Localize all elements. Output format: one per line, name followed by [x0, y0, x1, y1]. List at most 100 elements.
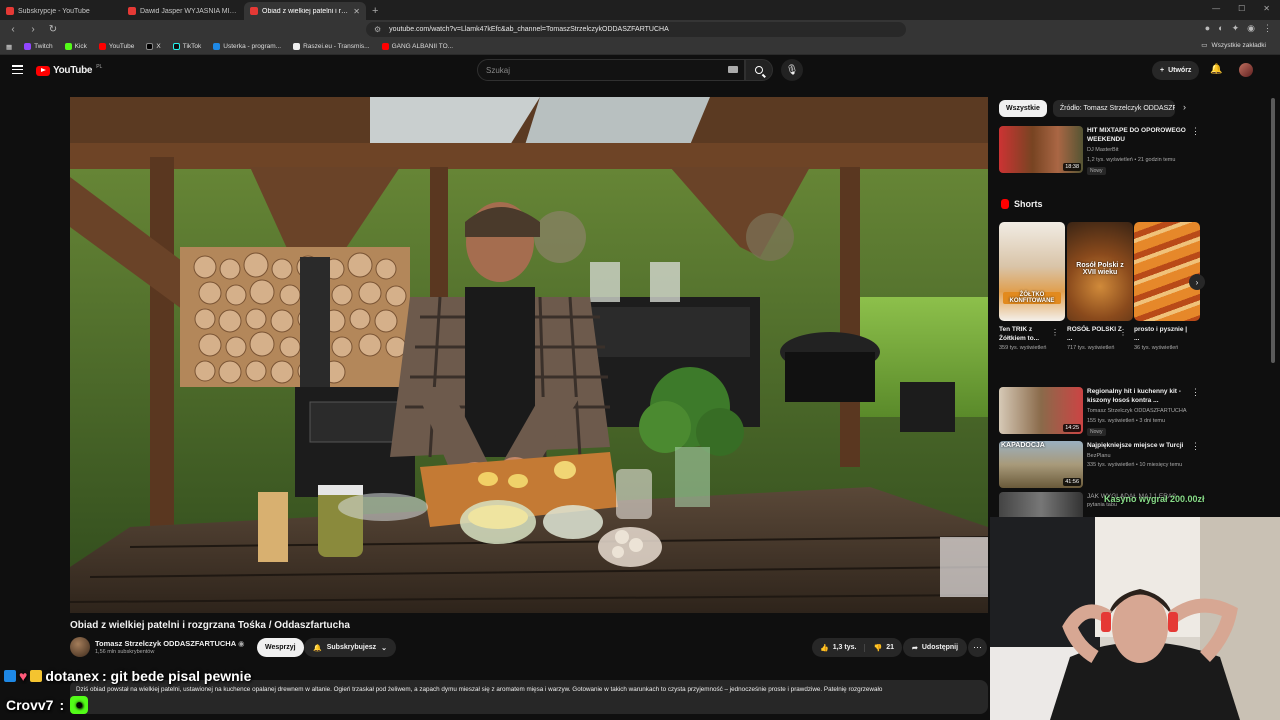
chevron-right-icon[interactable]: › — [1183, 102, 1186, 112]
tab-current-video[interactable]: Obiad z wielkiej patelni i rozg ✕ — [244, 2, 366, 20]
menu-dots-icon[interactable]: ⋮ — [1263, 23, 1272, 34]
new-tab-icon[interactable]: + — [366, 2, 384, 20]
page-scrollbar[interactable] — [1271, 98, 1275, 363]
like-button[interactable]: 👍 1,3 tys. — [812, 643, 866, 652]
search-button[interactable] — [745, 59, 773, 81]
more-actions-icon[interactable]: ⋯ — [968, 638, 987, 657]
streamer-webcam — [990, 517, 1280, 720]
menu-hamburger-icon[interactable] — [12, 65, 23, 74]
description-text: Dziś obiad powstał na wielkiej patelni, … — [76, 686, 883, 693]
recommendation-item[interactable]: 14:25 Regionalny hit i kuchenny kit - ki… — [999, 387, 1204, 437]
close-tab-icon[interactable]: ✕ — [353, 7, 360, 16]
logo-text: YouTube — [53, 65, 93, 76]
site-info-icon[interactable]: ⚙ — [374, 25, 381, 34]
apps-grid-icon[interactable]: ▦ — [6, 43, 12, 51]
channel-name[interactable]: Tomasz Strzelczyk ODDASZFARTUCHA ◉ — [95, 639, 245, 648]
video-player[interactable] — [70, 97, 988, 613]
shorts-title: Shorts — [1014, 199, 1043, 209]
new-badge: Nowy — [1087, 167, 1106, 175]
maximize-icon[interactable]: ☐ — [1238, 4, 1245, 13]
verified-icon: ◉ — [237, 639, 245, 648]
search-placeholder: Szukaj — [486, 66, 511, 75]
filter-chips: Wszystkie Źródło: Tomasz Strzelczyk ODDA… — [999, 100, 1175, 117]
microphone-icon: 🎙 — [785, 64, 799, 76]
video-title: Obiad z wielkiej patelni i rozgrzana Toś… — [70, 620, 350, 631]
more-options-icon[interactable]: ⋮ — [1119, 328, 1127, 337]
keyboard-icon[interactable] — [728, 66, 738, 73]
more-options-icon[interactable]: ⋮ — [1191, 441, 1200, 452]
bookmark-label: Twitch — [34, 43, 53, 50]
recommendation-top[interactable]: 18:38 HIT MIXTAPE DO OPOROWEGO WEEKENDU … — [999, 126, 1204, 176]
tab-label: Obiad z wielkiej patelni i rozg — [262, 7, 350, 15]
bookmark-label: Usterka - program... — [223, 43, 282, 50]
search-input[interactable]: Szukaj — [477, 59, 745, 81]
subscribed-button[interactable]: 🔔 Subskrybujesz ⌄ — [304, 638, 397, 657]
shorts-next-button[interactable]: › — [1189, 274, 1205, 290]
thumbs-up-icon: 👍 — [820, 644, 829, 652]
subscriber-count: 1,56 mln subskrybentów — [95, 649, 155, 655]
notifications-bell-icon[interactable]: 🔔 — [1210, 64, 1222, 75]
extension-icon[interactable]: ◐ — [1218, 23, 1223, 34]
description-box[interactable]: Dziś obiad powstał na wielkiej patelni, … — [70, 680, 988, 714]
rec-title: HIT MIXTAPE DO OPOROWEGO WEEKENDU — [1087, 127, 1186, 143]
duration-badge: 18:38 — [1063, 163, 1081, 171]
bookmark-tiktok[interactable]: TikTok — [172, 43, 201, 50]
more-options-icon[interactable]: ⋮ — [1191, 126, 1200, 137]
more-options-icon[interactable]: ⋮ — [1051, 328, 1059, 337]
kick-emote-icon: ☻ — [70, 696, 89, 714]
bookmark-gang[interactable]: GANG ALBANII TO... — [381, 43, 453, 50]
back-icon[interactable]: ‹ — [6, 24, 20, 35]
short-thumbnail[interactable] — [1134, 222, 1200, 321]
address-bar[interactable]: ⚙ youtube.com/watch?v=Llamk47kEfc&ab_cha… — [366, 22, 906, 37]
video-thumbnail[interactable]: 14:25 — [999, 387, 1083, 434]
channel-avatar[interactable] — [70, 637, 90, 657]
video-thumbnail[interactable]: KAPADOCJA 41:56 — [999, 441, 1083, 488]
chat-username: Crovv7 — [6, 697, 54, 713]
bookmark-usterka[interactable]: Usterka - program... — [213, 43, 281, 50]
short-views: 359 tys. wyświetleń — [999, 345, 1047, 351]
bookmark-youtube[interactable]: YouTube — [98, 43, 134, 50]
profile-icon[interactable]: ◉ — [1247, 23, 1255, 34]
more-options-icon[interactable]: ⋮ — [1191, 387, 1200, 398]
extension-icon[interactable]: ● — [1205, 23, 1210, 34]
short-title: Ten TRIK z Żółtkiem to... — [999, 326, 1040, 342]
thumbnail-overlay-text: KAPADOCJA — [1001, 442, 1045, 449]
reload-icon[interactable]: ↻ — [46, 24, 60, 35]
minimize-icon[interactable]: — — [1212, 4, 1220, 13]
forward-icon[interactable]: › — [26, 24, 40, 35]
tab-dawid-jasper[interactable]: Dawid Jasper WYJAŚNIA MIKROCYPI — [122, 2, 244, 20]
shorts-icon — [1001, 199, 1009, 209]
bookmark-twitch[interactable]: Twitch — [24, 43, 53, 50]
rec-title: Regionalny hit i kuchenny kit - kiszony … — [1087, 388, 1181, 404]
short-thumbnail[interactable]: ŻÓŁTKO KONFITOWANE — [999, 222, 1065, 321]
youtube-logo[interactable]: YouTube PL — [36, 64, 102, 76]
voice-search-button[interactable]: 🎙 — [781, 59, 803, 81]
bookmark-label: X — [156, 43, 161, 50]
chip-all[interactable]: Wszystkie — [999, 100, 1047, 117]
chip-source[interactable]: Źródło: Tomasz Strzelczyk ODDASZFARTUCHA — [1052, 100, 1175, 117]
short-thumbnail[interactable]: Rosół Polski z XVII wieku — [1067, 222, 1133, 321]
short-item[interactable]: Rosół Polski z XVII wieku ROSÓŁ POLSKI Z… — [1067, 222, 1133, 352]
create-button[interactable]: + Utwórz — [1152, 61, 1200, 80]
avatar[interactable] — [1239, 63, 1253, 77]
all-bookmarks[interactable]: ▭ Wszystkie zakładki — [1201, 41, 1266, 50]
bookmark-x[interactable]: X — [146, 43, 161, 50]
dislike-button[interactable]: 👎 21 — [865, 644, 902, 652]
bookmark-raszei[interactable]: Raszei.eu - Transmis... — [293, 43, 370, 50]
twitch-icon — [24, 43, 32, 50]
close-window-icon[interactable]: ✕ — [1263, 4, 1270, 13]
rec-channel: BezPlanu — [1087, 453, 1111, 459]
video-thumbnail[interactable] — [999, 492, 1083, 518]
short-item[interactable]: ŻÓŁTKO KONFITOWANE Ten TRIK z Żółtkiem t… — [999, 222, 1065, 352]
tab-subscriptions[interactable]: Subskrypcje - YouTube — [0, 2, 122, 20]
puzzle-icon[interactable]: ✦ — [1232, 23, 1240, 34]
share-button[interactable]: ➦ Udostępnij — [903, 638, 968, 657]
support-button[interactable]: Wesprzyj — [257, 638, 304, 657]
recommendation-item[interactable]: KAPADOCJA 41:56 Najpiękniejsze miejsce w… — [999, 441, 1204, 491]
browser-tab-bar: Subskrypcje - YouTube Dawid Jasper WYJAŚ… — [0, 0, 1280, 20]
bookmark-kick[interactable]: Kick — [64, 43, 87, 50]
bookmarks-bar: ▦ Twitch Kick YouTube X TikTok Usterka -… — [0, 39, 1280, 55]
rec-channel: Tomasz Strzelczyk ODDASZFARTUCHA — [1087, 408, 1187, 414]
video-thumbnail[interactable]: 18:38 — [999, 126, 1083, 173]
url-text: youtube.com/watch?v=Llamk47kEfc&ab_chann… — [389, 26, 669, 33]
